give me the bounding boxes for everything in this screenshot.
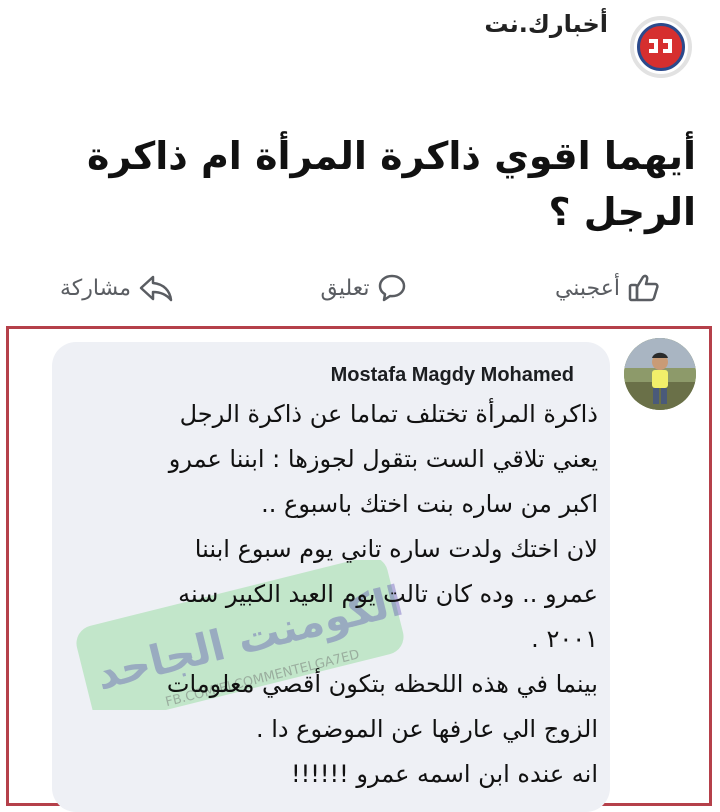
comment-line: الزوج الي عارفها عن الموضوع دا . (255, 715, 598, 743)
comment-bubble-icon (379, 274, 406, 302)
avatar[interactable] (624, 338, 696, 410)
comment-line: انه عنده ابن اسمه عمرو !!!!!! (291, 760, 598, 788)
logo-mark (637, 23, 685, 71)
comment-line: ٢٠٠١ . (531, 625, 598, 653)
comment-line: عمرو .. وده كان تالت يوم العيد الكبير سن… (178, 580, 598, 608)
post-title: أيهما اقوي ذاكرة المرأة ام ذاكرة الرجل ؟ (87, 134, 696, 234)
page-name[interactable]: أخبارك.نت (484, 10, 608, 38)
post-header: أخبارك.نت (0, 0, 720, 100)
comment-line: بينما في هذه اللحظه بتكون أقصي معلومات (166, 670, 598, 698)
comment-label: تعليق (320, 275, 370, 301)
share-button[interactable]: مشاركة (60, 258, 173, 318)
comment-line: لان اختك ولدت ساره تاني يوم سبوع ابننا (194, 535, 598, 563)
like-button[interactable]: أعجبني (555, 258, 660, 318)
comment-button[interactable]: تعليق (320, 258, 407, 318)
like-label: أعجبني (554, 275, 620, 301)
logo-icon (649, 39, 672, 53)
avatar-photo (624, 338, 696, 410)
thumbs-up-icon (628, 274, 659, 302)
share-label: مشاركة (60, 275, 132, 301)
comment-line: اكبر من ساره بنت اختك باسبوع .. (261, 490, 598, 518)
comment-line: ذاكرة المرأة تختلف تماما عن ذاكرة الرجل (179, 400, 598, 428)
comment-text: ذاكرة المرأة تختلف تماما عن ذاكرة الرجل … (38, 392, 598, 797)
comment-line: يعني تلاقي الست بتقول لجوزها : ابننا عمر… (168, 445, 598, 473)
post-actions-bar: أعجبني تعليق مشاركة (0, 258, 720, 318)
comment-author-name[interactable]: Mostafa Magdy Mohamed (331, 364, 574, 387)
share-arrow-icon (139, 275, 173, 302)
page-logo[interactable] (630, 16, 692, 78)
